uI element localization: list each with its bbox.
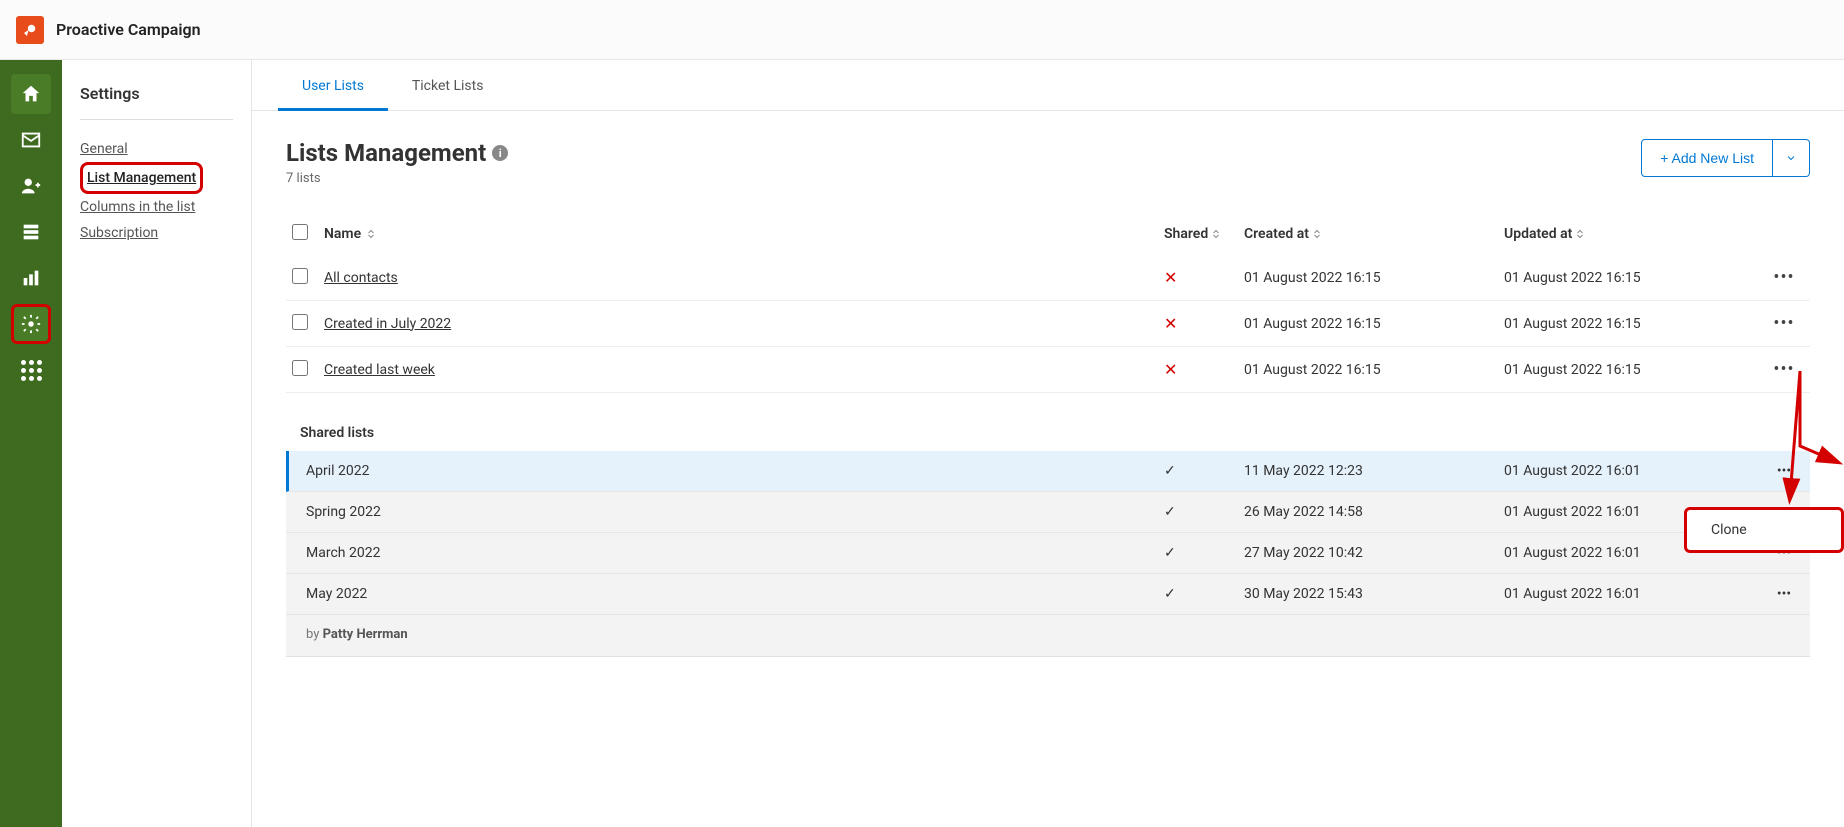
updated-cell: 01 August 2022 16:15 xyxy=(1504,270,1764,286)
table-row[interactable]: Created in July 2022 ✕ 01 August 2022 16… xyxy=(286,301,1810,347)
sidebar-item-list-management[interactable]: List Management xyxy=(87,165,196,191)
list-link[interactable]: Created last week xyxy=(324,362,435,378)
row-actions[interactable]: ••• xyxy=(1777,463,1791,479)
sidebar-item-columns[interactable]: Columns in the list xyxy=(80,194,233,220)
created-cell: 01 August 2022 16:15 xyxy=(1244,270,1504,286)
nav-apps[interactable] xyxy=(11,350,51,390)
add-new-list-dropdown[interactable] xyxy=(1773,139,1810,177)
column-shared[interactable]: Shared xyxy=(1164,226,1244,242)
page-title: Lists Management i xyxy=(286,139,508,167)
row-actions[interactable]: ••• xyxy=(1773,267,1794,288)
created-cell: 27 May 2022 10:42 xyxy=(1244,545,1504,561)
table-row[interactable]: May 2022 ✓ 30 May 2022 15:43 01 August 2… xyxy=(286,574,1810,615)
created-cell: 26 May 2022 14:58 xyxy=(1244,504,1504,520)
context-menu[interactable]: Clone xyxy=(1684,507,1844,553)
nav-home[interactable] xyxy=(11,74,51,114)
created-cell: 30 May 2022 15:43 xyxy=(1244,586,1504,602)
shared-no-icon: ✕ xyxy=(1164,268,1177,287)
list-name: Spring 2022 xyxy=(306,504,1164,520)
sort-icon xyxy=(1210,228,1222,240)
table-row[interactable]: All contacts ✕ 01 August 2022 16:15 01 A… xyxy=(286,255,1810,301)
tab-ticket-lists[interactable]: Ticket Lists xyxy=(388,60,508,110)
row-actions[interactable]: ••• xyxy=(1777,586,1791,602)
updated-cell: 01 August 2022 16:01 xyxy=(1504,586,1764,602)
sidebar-heading: Settings xyxy=(80,84,233,103)
list-name: March 2022 xyxy=(306,545,1164,561)
list-link[interactable]: Created in July 2022 xyxy=(324,316,451,332)
shared-yes-icon: ✓ xyxy=(1164,463,1176,479)
list-link[interactable]: All contacts xyxy=(324,270,398,286)
list-name: April 2022 xyxy=(306,463,1164,479)
created-cell: 01 August 2022 16:15 xyxy=(1244,316,1504,332)
info-icon[interactable]: i xyxy=(492,145,508,161)
row-actions[interactable]: ••• xyxy=(1773,313,1794,334)
shared-lists-title: Shared lists xyxy=(300,425,1810,441)
app-title: Proactive Campaign xyxy=(56,20,201,39)
sort-icon xyxy=(1574,228,1586,240)
menu-item-clone[interactable]: Clone xyxy=(1711,522,1747,538)
nav-reports[interactable] xyxy=(11,258,51,298)
table-row[interactable]: April 2022 ✓ 11 May 2022 12:23 01 August… xyxy=(286,451,1810,492)
updated-cell: 01 August 2022 16:15 xyxy=(1504,362,1764,378)
column-updated[interactable]: Updated at xyxy=(1504,226,1764,242)
updated-cell: 01 August 2022 16:15 xyxy=(1504,316,1764,332)
shared-no-icon: ✕ xyxy=(1164,314,1177,333)
sidebar-item-subscription[interactable]: Subscription xyxy=(80,220,233,246)
table-row[interactable]: Spring 2022 ✓ 26 May 2022 14:58 01 Augus… xyxy=(286,492,1810,533)
row-checkbox[interactable] xyxy=(292,268,308,284)
row-checkbox[interactable] xyxy=(292,360,308,376)
shared-yes-icon: ✓ xyxy=(1164,545,1176,561)
created-cell: 01 August 2022 16:15 xyxy=(1244,362,1504,378)
shared-yes-icon: ✓ xyxy=(1164,504,1176,520)
shared-no-icon: ✕ xyxy=(1164,360,1177,379)
row-checkbox[interactable] xyxy=(292,314,308,330)
table-row[interactable]: March 2022 ✓ 27 May 2022 10:42 01 August… xyxy=(286,533,1810,574)
column-created[interactable]: Created at xyxy=(1244,226,1504,242)
sort-icon xyxy=(1311,228,1323,240)
app-logo xyxy=(16,16,44,44)
shared-yes-icon: ✓ xyxy=(1164,586,1176,602)
nav-lists[interactable] xyxy=(11,212,51,252)
add-new-list-button[interactable]: + Add New List xyxy=(1641,139,1773,177)
tab-user-lists[interactable]: User Lists xyxy=(278,60,388,110)
nav-settings[interactable] xyxy=(11,304,51,344)
updated-cell: 01 August 2022 16:01 xyxy=(1504,463,1764,479)
sidebar-item-general[interactable]: General xyxy=(80,136,233,162)
select-all-checkbox[interactable] xyxy=(292,224,308,240)
table-row[interactable]: Created last week ✕ 01 August 2022 16:15… xyxy=(286,347,1810,393)
nav-mail[interactable] xyxy=(11,120,51,160)
column-name[interactable]: Name xyxy=(324,226,1164,242)
nav-users[interactable] xyxy=(11,166,51,206)
list-name: May 2022 xyxy=(306,586,1164,602)
created-cell: 11 May 2022 12:23 xyxy=(1244,463,1504,479)
list-count: 7 lists xyxy=(286,171,508,186)
sort-icon xyxy=(365,228,377,240)
row-actions[interactable]: ••• xyxy=(1773,359,1794,380)
byline: by Patty Herrman xyxy=(286,615,1810,642)
